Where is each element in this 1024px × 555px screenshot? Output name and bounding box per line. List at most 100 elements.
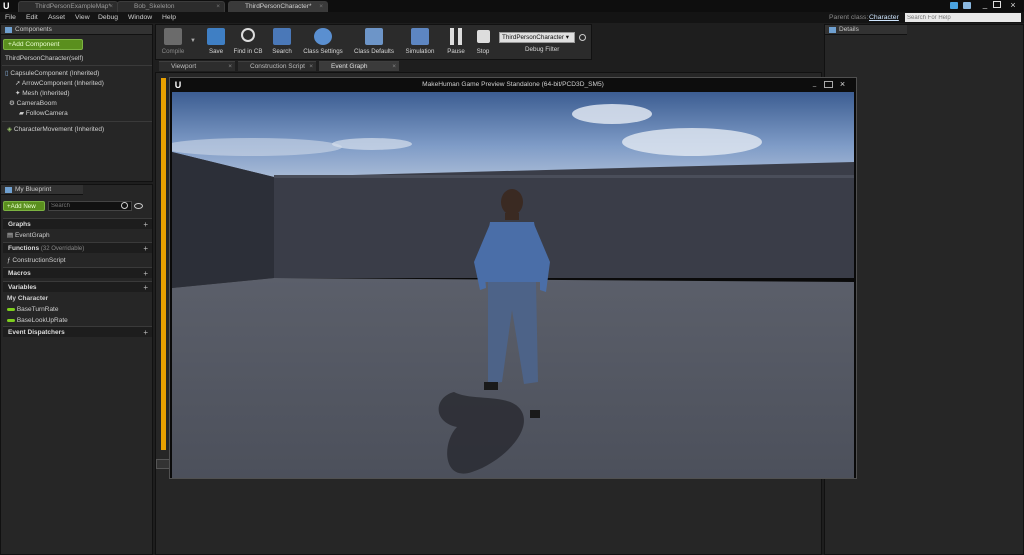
simulation-button[interactable]: Simulation: [405, 27, 435, 57]
button-label: Pause: [447, 48, 465, 55]
simulation-icon: [411, 28, 429, 45]
section-macros[interactable]: Macros +: [3, 267, 152, 278]
tree-item-capsule[interactable]: ▯ CapsuleComponent (Inherited): [5, 69, 99, 78]
tree-item-mesh[interactable]: ✦ Mesh (Inherited): [15, 89, 70, 98]
debug-filter-label: Debug Filter: [525, 46, 560, 53]
list-item-variable[interactable]: BaseTurnRate: [7, 305, 58, 314]
close-window-icon[interactable]: ×: [838, 80, 847, 89]
list-item-eventgraph[interactable]: ▤ EventGraph: [7, 231, 50, 240]
stop-icon: [476, 30, 490, 43]
close-window-icon[interactable]: ×: [1008, 0, 1018, 10]
debug-object-value: ThirdPersonCharacter: [502, 34, 564, 41]
tree-item-arrow[interactable]: ➚ ArrowComponent (Inherited): [15, 79, 104, 88]
class-defaults-button[interactable]: Class Defaults: [354, 27, 394, 57]
list-item-constructionscript[interactable]: ƒ ConstructionScript: [7, 256, 66, 265]
game-preview-window[interactable]: U MakeHuman Game Preview Standalone (64-…: [169, 77, 857, 479]
add-icon[interactable]: +: [143, 327, 148, 338]
debug-search-icon[interactable]: [579, 34, 586, 41]
close-icon[interactable]: ×: [309, 62, 313, 72]
item-label: BaseTurnRate: [16, 306, 59, 313]
menu-file[interactable]: File: [5, 12, 16, 23]
self-label: ThirdPersonCharacter(self): [5, 55, 84, 62]
self-item[interactable]: ThirdPersonCharacter(self): [5, 54, 83, 63]
minimize-icon[interactable]: _: [810, 81, 819, 88]
chat-icon[interactable]: [963, 2, 971, 9]
menu-help[interactable]: Help: [162, 12, 176, 23]
tree-item-movement[interactable]: ◈ CharacterMovement (Inherited): [7, 125, 104, 134]
variable-pill-icon: [7, 307, 15, 311]
category-label: My Character: [7, 295, 49, 302]
save-icon: [207, 28, 225, 45]
menu-asset[interactable]: Asset: [48, 12, 65, 23]
movement-icon: ◈: [7, 126, 14, 133]
compile-button[interactable]: Compile: [158, 27, 188, 57]
search-icon[interactable]: [121, 202, 128, 209]
tab-label: Construction Script: [250, 63, 305, 70]
tab-map[interactable]: ThirdPersonExampleMap* ×: [18, 1, 118, 12]
eye-icon[interactable]: [134, 203, 143, 209]
tab-event-graph[interactable]: Event Graph ×: [319, 61, 399, 71]
menu-view[interactable]: View: [75, 12, 90, 23]
menu-debug[interactable]: Debug: [98, 12, 118, 23]
tab-skeleton[interactable]: Bob_Skeleton ×: [117, 1, 225, 12]
tree-item-followcamera[interactable]: ▰ FollowCamera: [19, 109, 68, 118]
tab-viewport[interactable]: Viewport ×: [159, 61, 235, 71]
menu-edit[interactable]: Edit: [26, 12, 38, 23]
tree-label: ArrowComponent (Inherited): [21, 80, 104, 87]
button-label: Class Defaults: [354, 48, 394, 55]
add-icon[interactable]: +: [143, 282, 148, 293]
add-new-button[interactable]: +Add New: [3, 201, 45, 211]
blueprint-search-input[interactable]: [48, 201, 132, 211]
tab-blueprint[interactable]: ThirdPersonCharacter* ×: [228, 1, 328, 12]
category-my-character[interactable]: My Character: [7, 294, 48, 303]
blueprint-icon: [5, 187, 12, 193]
compiler-results-tab[interactable]: [156, 459, 170, 469]
section-event-dispatchers[interactable]: Event Dispatchers +: [3, 326, 152, 337]
section-variables[interactable]: Variables +: [3, 281, 152, 292]
help-search-input[interactable]: [905, 13, 1021, 22]
save-button[interactable]: Save: [201, 27, 231, 57]
close-icon[interactable]: ×: [216, 2, 220, 12]
close-icon[interactable]: ×: [319, 2, 323, 12]
class-settings-button[interactable]: Class Settings: [303, 27, 343, 57]
tab-construction-script[interactable]: Construction Script ×: [238, 61, 316, 71]
debug-object-select[interactable]: ThirdPersonCharacter ▾: [499, 32, 575, 43]
defaults-icon: [365, 28, 383, 45]
maximize-icon[interactable]: [993, 1, 1001, 8]
close-icon[interactable]: ×: [109, 2, 113, 12]
pause-button[interactable]: Pause: [441, 27, 471, 57]
tree-label: CapsuleComponent (Inherited): [10, 70, 100, 77]
minimize-icon[interactable]: _: [980, 0, 990, 10]
notification-icon[interactable]: [950, 2, 958, 9]
add-icon[interactable]: +: [143, 219, 148, 230]
tab-label: ThirdPersonCharacter*: [245, 3, 312, 10]
section-graphs[interactable]: Graphs +: [3, 218, 152, 229]
components-header: Components: [1, 25, 152, 35]
game-scene[interactable]: [172, 92, 854, 478]
stop-button[interactable]: Stop: [468, 27, 498, 57]
maximize-icon[interactable]: [824, 81, 833, 88]
close-icon[interactable]: ×: [228, 62, 232, 72]
list-item-variable[interactable]: BaseLookUpRate: [7, 316, 68, 325]
add-icon[interactable]: +: [143, 243, 148, 254]
parent-class-link[interactable]: Character: [869, 12, 899, 23]
game-window-title: MakeHuman Game Preview Standalone (64-bi…: [422, 81, 604, 88]
find-in-cb-button[interactable]: Find in CB: [233, 27, 263, 57]
add-icon[interactable]: +: [143, 268, 148, 279]
cloud: [332, 138, 412, 150]
title-bar: U ThirdPersonExampleMap* × Bob_Skeleton × …: [0, 0, 1024, 12]
chevron-down-icon[interactable]: ▼: [190, 38, 196, 44]
wall-top-edge: [274, 175, 854, 178]
game-window-titlebar[interactable]: U MakeHuman Game Preview Standalone (64-…: [170, 78, 856, 92]
add-component-button[interactable]: +Add Component: [3, 39, 83, 50]
close-icon[interactable]: ×: [392, 62, 396, 72]
unreal-logo-icon[interactable]: U: [3, 1, 13, 11]
search-button[interactable]: Search: [267, 27, 297, 57]
my-blueprint-panel: My Blueprint +Add New Graphs + ▤ EventGra…: [0, 184, 153, 555]
menu-window[interactable]: Window: [128, 12, 152, 23]
button-label: Simulation: [405, 48, 435, 55]
components-icon: [5, 27, 12, 33]
section-functions[interactable]: Functions (32 Overridable) +: [3, 242, 152, 253]
item-label: BaseLookUpRate: [16, 317, 68, 324]
tree-item-cameraboom[interactable]: ⚙ CameraBoom: [9, 99, 57, 108]
